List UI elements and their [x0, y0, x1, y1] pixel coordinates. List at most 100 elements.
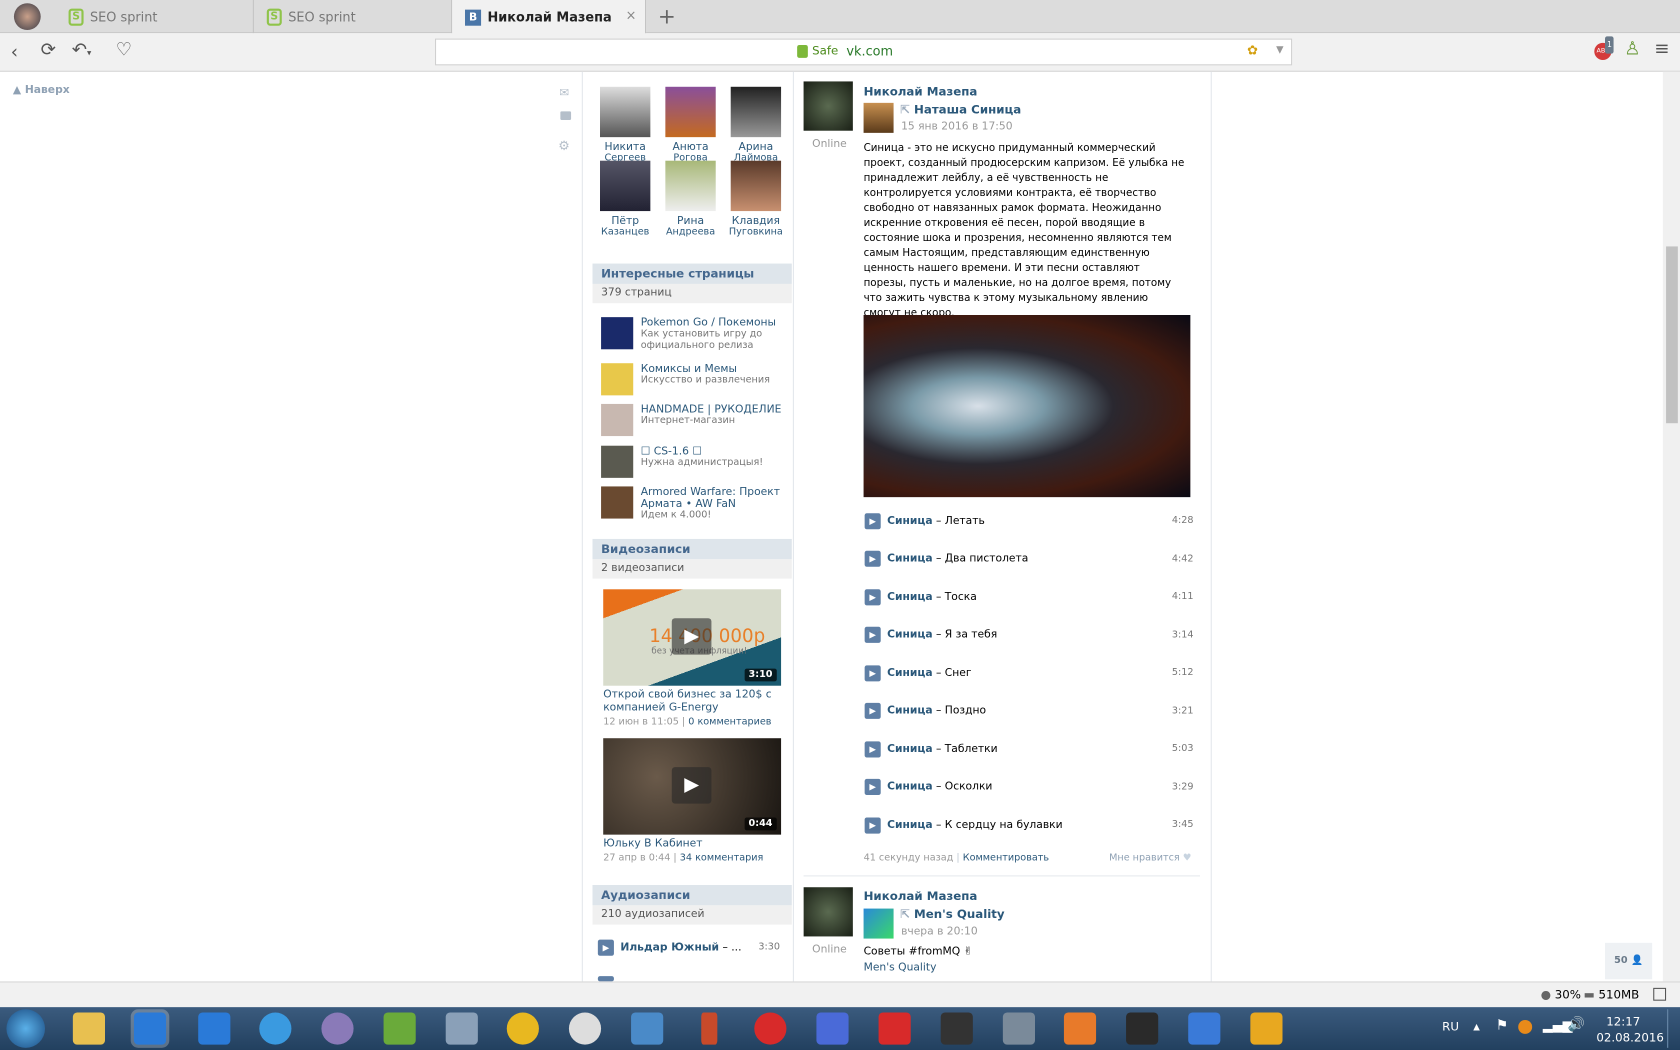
tab-seo-sprint-1[interactable]: S SEO sprint [56, 0, 254, 34]
settings-icon[interactable]: ⚙ [558, 138, 570, 153]
repost-source[interactable]: ⇱ Наташа Синица [900, 103, 1021, 117]
audio-item[interactable]: ▶ Ильдар Южный – ... 3:30 [597, 939, 780, 956]
pen-icon[interactable] [701, 1012, 718, 1045]
play-icon[interactable]: ▶ [671, 767, 712, 804]
show-desktop-button[interactable] [1667, 1009, 1680, 1048]
author-name[interactable]: Николай Мазепа [864, 85, 978, 99]
dropdown-icon[interactable]: ▼ [1276, 45, 1283, 56]
post-date[interactable]: вчера в 20:10 [901, 926, 978, 938]
play-icon[interactable]: ▶ [864, 550, 881, 567]
back-to-top-link[interactable]: ▲ Наверх [13, 85, 70, 97]
tray-expand-icon[interactable]: ▲ [1473, 1022, 1480, 1032]
heart-icon[interactable]: ♡ [116, 40, 132, 61]
extension-icon[interactable]: ♙ [1624, 39, 1640, 60]
page-item[interactable]: Pokemon Go / Покемоны Как установить игру… [601, 317, 789, 352]
maxthon-icon[interactable] [133, 1012, 167, 1045]
app-n-icon[interactable] [259, 1012, 292, 1045]
video-title[interactable]: Открой свой бизнес за 120$ с компанией G… [603, 689, 781, 715]
post-date[interactable]: 15 янв 2016 в 17:50 [901, 121, 1012, 133]
audio-track[interactable]: ▶ Синица – Поздно 3:21 [864, 702, 1194, 719]
explorer-icon[interactable] [72, 1012, 106, 1045]
new-tab-button[interactable]: + [658, 3, 676, 29]
wifi-app-icon[interactable] [383, 1012, 416, 1045]
section-interesting-pages[interactable]: Интересные страницы [592, 263, 792, 284]
friend-card[interactable]: Никита Сергеев [593, 86, 658, 164]
author-name[interactable]: Николай Мазепа [864, 889, 978, 903]
play-icon[interactable]: ▶ [864, 512, 881, 529]
audio-track[interactable]: ▶ Синица – Осколки 3:29 [864, 778, 1194, 796]
audio-track[interactable]: ▶ Синица – К сердцу на булавки 3:45 [864, 816, 1194, 834]
sidebar-toggle-icon[interactable] [1653, 987, 1667, 1001]
bee-icon[interactable]: ✿ [1247, 43, 1258, 58]
app-z-icon[interactable] [1250, 1012, 1283, 1045]
start-button[interactable] [6, 1009, 46, 1048]
piplab-icon[interactable] [878, 1012, 911, 1045]
mail-icon[interactable]: ✉ [559, 86, 569, 100]
chat-app-icon[interactable] [321, 1012, 354, 1045]
antenna-icon[interactable] [445, 1012, 478, 1045]
language-indicator[interactable]: RU [1442, 1020, 1459, 1034]
clock[interactable]: 12:17 02.08.2016 [1596, 1014, 1663, 1046]
online-friends-button[interactable]: 50 👤 [1605, 942, 1653, 980]
author-avatar[interactable] [803, 81, 853, 131]
videos-count[interactable]: 2 видеозаписи [592, 559, 792, 579]
maxthon-icon[interactable] [198, 1012, 231, 1045]
section-audio[interactable]: Аудиозаписи [592, 885, 792, 906]
volume-icon[interactable]: 🔊 [1568, 1017, 1585, 1033]
play-icon[interactable]: ▶ [597, 939, 614, 956]
play-icon[interactable]: ▶ [864, 702, 881, 719]
video-thumb[interactable]: ▶ 0:44 [603, 738, 782, 835]
back-icon[interactable]: ‹ [11, 42, 18, 63]
undo-icon[interactable]: ↶▾ [72, 40, 92, 61]
flag-icon[interactable]: ⚑ [1496, 1018, 1508, 1034]
post-photo[interactable] [863, 315, 1191, 498]
video-comments-link[interactable]: 34 комментария [680, 853, 764, 864]
tray-app-icon[interactable] [1518, 1020, 1533, 1034]
audio-track[interactable]: ▶ Синица – Летать 4:28 [864, 512, 1194, 529]
audio-track[interactable]: ▶ Синица – Я за тебя 3:14 [864, 626, 1194, 643]
app-icon[interactable] [1126, 1012, 1159, 1045]
friend-card[interactable]: Рина Андреева [658, 160, 723, 238]
audio-track[interactable]: ▶ Синица – Тоска 4:11 [864, 588, 1194, 605]
scrollbar[interactable] [1662, 71, 1680, 982]
friend-card[interactable]: Арина Лаймова [723, 86, 788, 164]
play-icon[interactable]: ▶ [864, 816, 881, 834]
post-time[interactable]: 41 секунду назад [864, 853, 954, 864]
close-tab-icon[interactable]: × [626, 8, 637, 23]
author-avatar[interactable] [803, 887, 853, 937]
play-icon[interactable]: ▶ [864, 588, 881, 605]
page-item[interactable]: ☐ CS-1.6 ☐ Нужна администрацыя! [601, 445, 789, 478]
video-title[interactable]: Юльку В Кабинет [603, 838, 702, 850]
play-icon[interactable]: ▶ [864, 664, 881, 681]
aimp-icon[interactable] [506, 1012, 539, 1045]
page-item[interactable]: Armored Warfare: Проект Армата • AW FaN И… [601, 486, 789, 521]
repost-avatar[interactable] [863, 102, 894, 133]
page-item[interactable]: Комиксы и Мемы Искусство и развлечения [601, 363, 789, 396]
page-item[interactable]: HANDMADE | РУКОДЕЛИЕ Интернет-магазин [601, 403, 789, 437]
app-icon[interactable] [754, 1012, 787, 1045]
app-m-icon[interactable] [1188, 1012, 1221, 1045]
chip-icon[interactable] [940, 1012, 973, 1045]
play-icon[interactable]: ▶ [864, 626, 881, 643]
video-thumb[interactable]: 14 400 000р без учета инфляции! ▶3:10 [603, 589, 782, 686]
audio-track[interactable]: ▶ Синица – Снег 5:12 [864, 664, 1194, 681]
audio-track[interactable]: ▶ Синица – Таблетки 5:03 [864, 740, 1194, 757]
section-videos[interactable]: Видеозаписи [592, 538, 792, 560]
friend-card[interactable]: Клавдия Пуговкина [723, 160, 788, 238]
app-m-icon[interactable] [1002, 1012, 1036, 1045]
play-icon[interactable]: ▶ [864, 740, 881, 757]
app-icon[interactable] [631, 1012, 664, 1045]
address-bar[interactable]: Safe vk.com ✿ ▼ [435, 38, 1293, 66]
scrollbar-thumb[interactable] [1666, 246, 1678, 424]
play-icon[interactable]: ▶ [671, 618, 712, 655]
tab-seo-sprint-2[interactable]: S SEO sprint [254, 0, 453, 34]
comment-link[interactable]: Комментировать [963, 853, 1049, 864]
friend-card[interactable]: Пётр Казанцев [593, 160, 658, 238]
app-icon[interactable] [568, 1012, 602, 1045]
audio-count[interactable]: 210 аудиозаписей [592, 905, 792, 925]
friend-card[interactable]: Анюта Рогова [658, 86, 723, 164]
repost-source[interactable]: ⇱ Men's Quality [900, 908, 1005, 922]
interesting-pages-count[interactable]: 379 страниц [592, 283, 792, 304]
profile-avatar[interactable] [13, 3, 41, 31]
repost-avatar[interactable] [863, 908, 894, 939]
